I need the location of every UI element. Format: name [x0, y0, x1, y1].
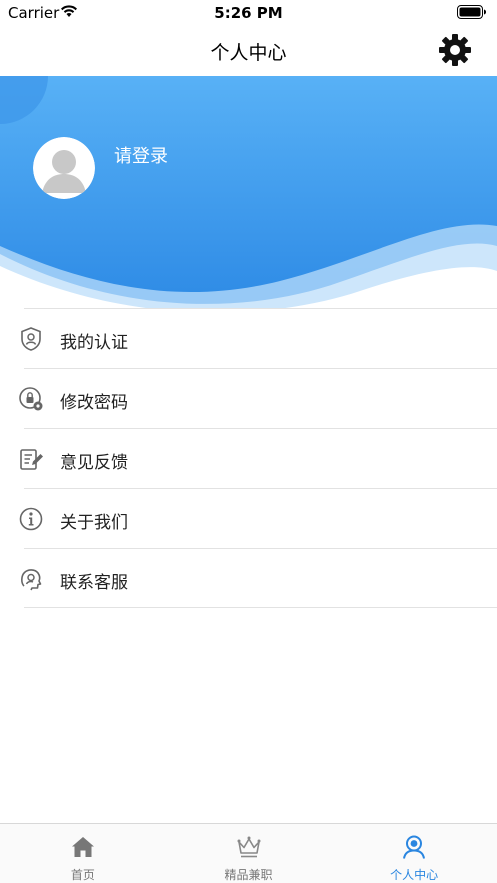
status-time: 5:26 PM [214, 4, 283, 22]
shield-user-icon [21, 327, 41, 351]
gear-icon[interactable] [437, 32, 473, 68]
login-button[interactable]: 请登录 [114, 142, 168, 168]
feedback-edit-icon [20, 449, 43, 470]
tab-label: 个人中心 [390, 868, 439, 882]
lock-gear-icon [19, 387, 43, 411]
menu-item-my-certification[interactable]: 我的认证 [21, 308, 497, 368]
info-icon [19, 507, 43, 531]
tab-bar: 首页 精品兼职 个人中心 [0, 823, 497, 883]
menu-item-label: 关于我们 [60, 513, 128, 533]
tab-premium-jobs[interactable]: 精品兼职 [166, 824, 332, 883]
default-avatar-icon [33, 137, 95, 199]
nav-bar: 个人中心 [0, 26, 497, 76]
menu-item-label: 意见反馈 [60, 453, 128, 473]
menu-item-contact-support[interactable]: 联系客服 [21, 548, 497, 608]
profile-header: 请登录 [0, 76, 497, 308]
tab-user-center[interactable]: 个人中心 [331, 824, 497, 883]
menu-item-about-us[interactable]: 关于我们 [19, 488, 497, 548]
menu-item-label: 我的认证 [60, 333, 128, 353]
menu-list: 我的认证 修改密码 意见反馈 关于我们 联系客服 [0, 308, 497, 608]
tab-label: 首页 [70, 868, 95, 882]
menu-item-label: 修改密码 [60, 393, 128, 413]
avatar[interactable] [33, 137, 95, 199]
tab-home[interactable]: 首页 [0, 824, 166, 883]
user-center-icon [403, 835, 426, 859]
home-icon [71, 837, 94, 857]
status-bar: Carrier 5:26 PM [0, 0, 497, 26]
tab-label: 精品兼职 [224, 868, 273, 882]
crown-icon [237, 836, 260, 858]
menu-item-change-password[interactable]: 修改密码 [19, 368, 497, 428]
battery-icon [457, 5, 486, 19]
customer-service-icon [21, 569, 42, 591]
menu-item-label: 联系客服 [60, 573, 128, 593]
page-title: 个人中心 [210, 42, 287, 64]
menu-item-feedback[interactable]: 意见反馈 [20, 428, 497, 488]
